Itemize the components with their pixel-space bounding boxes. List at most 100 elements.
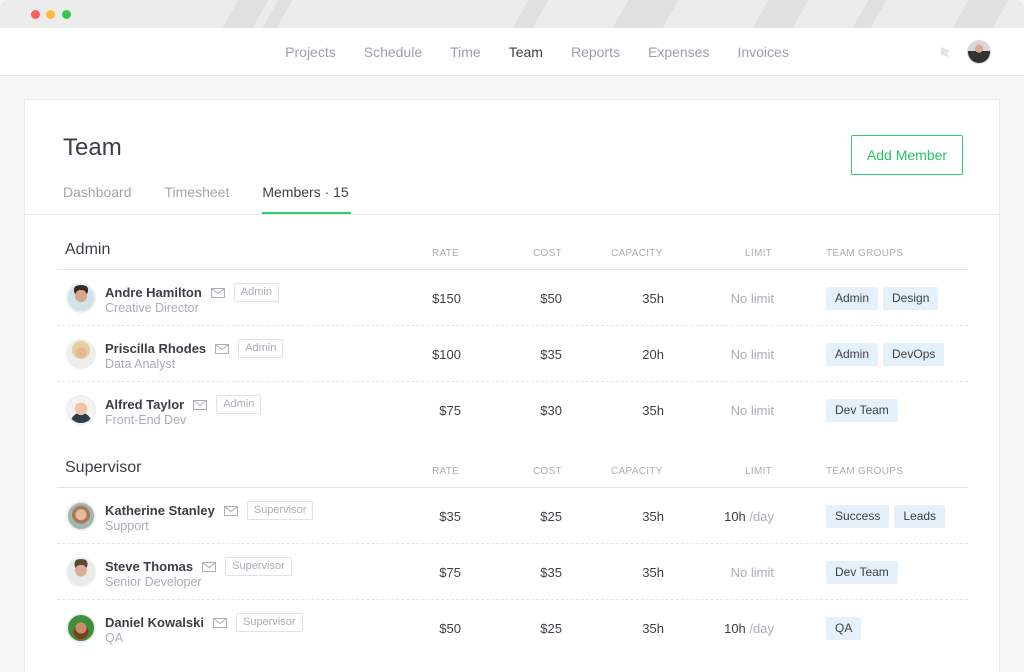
member-avatar <box>66 557 96 587</box>
member-row[interactable]: Alfred Taylor Admin Front-End Dev $75 $30 35h… <box>57 382 968 438</box>
nav-item-invoices[interactable]: Invoices <box>737 28 788 76</box>
team-group-tag[interactable]: Design <box>883 287 939 310</box>
member-job-title: QA <box>105 631 124 645</box>
member-limit-value: 10h <box>724 509 746 524</box>
member-limit: No limit <box>731 565 774 580</box>
team-groups: Admin DevOps <box>826 343 949 366</box>
member-cost: $35 <box>540 565 562 580</box>
member-avatar <box>66 613 96 643</box>
member-name-text[interactable]: Katherine Stanley <box>105 503 215 518</box>
section-supervisor: Supervisor RATE COST CAPACITY LIMIT TEAM GROU… <box>57 453 968 656</box>
team-group-tag[interactable]: DevOps <box>883 343 945 366</box>
member-job-title: Front-End Dev <box>105 413 187 427</box>
role-badge: Admin <box>233 283 279 302</box>
member-cost: $35 <box>540 347 562 362</box>
nav-item-projects[interactable]: Projects <box>285 28 336 76</box>
mail-icon[interactable] <box>212 617 227 628</box>
member-job-title: Senior Developer <box>105 575 202 589</box>
member-name: Andre Hamilton Admin <box>105 283 279 302</box>
role-badge: Admin <box>238 339 284 358</box>
close-window-button[interactable] <box>31 10 40 19</box>
member-name-text[interactable]: Steve Thomas <box>105 559 193 574</box>
team-groups: QA <box>826 617 866 640</box>
column-header-team-groups: TEAM GROUPS <box>826 466 904 477</box>
role-badge: Admin <box>216 395 262 414</box>
bell-icon[interactable] <box>938 44 954 60</box>
member-name: Katherine Stanley Supervisor <box>105 501 314 520</box>
team-group-tag[interactable]: Admin <box>826 287 879 310</box>
member-limit: 10h /day <box>724 509 774 524</box>
tab-timesheet[interactable]: Timesheet <box>165 184 230 215</box>
maximize-window-button[interactable] <box>62 10 71 19</box>
team-card: Team Add Member Dashboard Timesheet Member… <box>24 99 1000 672</box>
member-avatar <box>66 501 96 531</box>
member-cost: $25 <box>540 621 562 636</box>
member-name-text[interactable]: Alfred Taylor <box>105 397 184 412</box>
nav-item-time[interactable]: Time <box>450 28 481 76</box>
top-navigation: Projects Schedule Time Team Reports Expenses I… <box>0 28 1024 76</box>
window-titlebar <box>0 0 1024 28</box>
user-avatar[interactable] <box>967 40 991 64</box>
tab-members[interactable]: Members · 15 <box>262 184 352 215</box>
member-row[interactable]: Katherine Stanley Supervisor Support $35 $25… <box>57 488 968 544</box>
nav-item-expenses[interactable]: Expenses <box>648 28 709 76</box>
member-capacity: 35h <box>642 403 664 418</box>
role-badge: Supervisor <box>225 557 292 576</box>
mail-icon[interactable] <box>223 505 238 516</box>
nav-item-team[interactable]: Team <box>509 28 543 76</box>
member-job-title: Data Analyst <box>105 357 176 371</box>
column-header-capacity: CAPACITY <box>611 466 663 477</box>
member-limit: 10h /day <box>724 621 774 636</box>
section-header: Supervisor RATE COST CAPACITY LIMIT TEAM GROU… <box>57 453 968 488</box>
titlebar-decoration <box>605 0 685 28</box>
member-name-text[interactable]: Priscilla Rhodes <box>105 341 206 356</box>
member-row[interactable]: Priscilla Rhodes Admin Data Analyst $100 $35… <box>57 326 968 382</box>
team-group-tag[interactable]: QA <box>826 617 862 640</box>
column-header-limit: LIMIT <box>745 466 773 477</box>
mail-icon[interactable] <box>193 399 208 410</box>
member-limit-unit: /day <box>749 509 774 524</box>
member-capacity: 20h <box>642 347 664 362</box>
team-groups: Success Leads <box>826 505 950 528</box>
member-name-text[interactable]: Daniel Kowalski <box>105 615 204 630</box>
member-limit-value: No limit <box>730 291 774 306</box>
team-group-tag[interactable]: Admin <box>826 343 879 366</box>
column-header-cost: COST <box>533 466 562 477</box>
member-limit-value: 10h <box>724 621 746 636</box>
column-header-rate: RATE <box>432 466 460 477</box>
member-job-title: Creative Director <box>105 301 199 315</box>
page-title: Team <box>63 134 122 161</box>
member-row[interactable]: Daniel Kowalski Supervisor QA $50 $25 35h 10h … <box>57 600 968 656</box>
nav-item-reports[interactable]: Reports <box>571 28 620 76</box>
member-rate: $150 <box>432 291 461 306</box>
add-member-button[interactable]: Add Member <box>851 135 963 175</box>
team-group-tag[interactable]: Dev Team <box>826 561 898 584</box>
member-avatar <box>66 339 96 369</box>
mail-icon[interactable] <box>210 287 225 298</box>
member-job-title: Support <box>105 519 149 533</box>
member-cost: $50 <box>540 291 562 306</box>
nav-item-schedule[interactable]: Schedule <box>364 28 422 76</box>
column-header-team-groups: TEAM GROUPS <box>826 248 904 259</box>
member-name-text[interactable]: Andre Hamilton <box>105 285 202 300</box>
member-limit: No limit <box>731 291 774 306</box>
member-limit-unit: /day <box>749 621 774 636</box>
member-row[interactable]: Andre Hamilton Admin Creative Director $150… <box>57 270 968 326</box>
team-group-tag[interactable]: Success <box>826 505 890 528</box>
member-avatar <box>66 395 96 425</box>
member-rate: $35 <box>439 509 461 524</box>
nav-menu: Projects Schedule Time Team Reports Expenses I… <box>0 28 1024 76</box>
member-row[interactable]: Steve Thomas Supervisor Senior Developer $7… <box>57 544 968 600</box>
member-capacity: 35h <box>642 621 664 636</box>
mail-icon[interactable] <box>215 343 230 354</box>
member-name: Priscilla Rhodes Admin <box>105 339 284 358</box>
mail-icon[interactable] <box>202 561 217 572</box>
member-capacity: 35h <box>642 509 664 524</box>
team-groups: Admin Design <box>826 287 943 310</box>
column-header-capacity: CAPACITY <box>611 248 663 259</box>
minimize-window-button[interactable] <box>46 10 55 19</box>
member-cost: $30 <box>540 403 562 418</box>
team-group-tag[interactable]: Dev Team <box>826 399 898 422</box>
tab-dashboard[interactable]: Dashboard <box>63 184 132 215</box>
team-group-tag[interactable]: Leads <box>894 505 946 528</box>
